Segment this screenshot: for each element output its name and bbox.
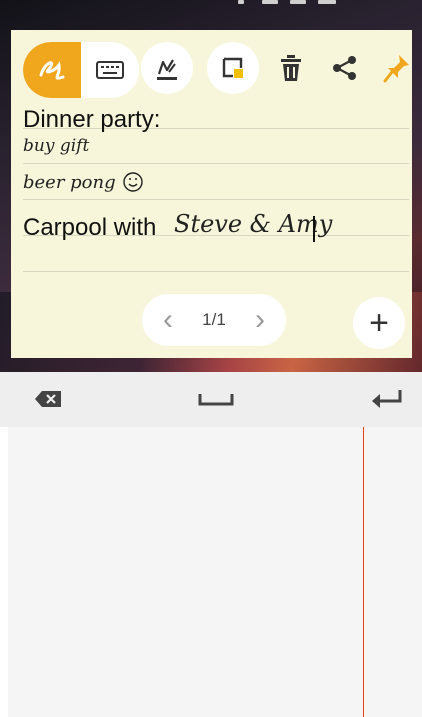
quick-memo-note: Dinner party: buy gift beer pong Carpool…	[11, 30, 412, 358]
note-background-button[interactable]	[207, 42, 259, 94]
pin-button[interactable]	[377, 46, 417, 90]
note-line-3-handwriting: beer pong	[23, 171, 144, 193]
space-icon	[198, 394, 234, 406]
ruled-line	[23, 163, 409, 164]
previous-page-button[interactable]: ‹	[156, 305, 180, 335]
note-line-3-text: beer pong	[23, 171, 116, 193]
space-key[interactable]	[190, 382, 242, 416]
handwriting-mode-icon	[39, 61, 65, 80]
share-icon	[333, 56, 356, 80]
page-count: 1/1	[202, 310, 226, 329]
keyboard-edge	[0, 427, 8, 717]
note-line-1: Dinner party:	[23, 106, 161, 133]
pen-color-button[interactable]	[141, 42, 193, 94]
ruled-line	[23, 199, 409, 200]
status-icon	[290, 0, 306, 4]
status-icon	[262, 0, 278, 4]
handwriting-mode-button[interactable]	[23, 42, 81, 98]
keyboard-mode-button[interactable]	[81, 42, 139, 98]
note-line-2-handwriting: buy gift	[23, 136, 90, 156]
pen-color-icon	[157, 59, 177, 80]
handwriting-input-area[interactable]	[8, 427, 422, 717]
backspace-key[interactable]	[28, 382, 68, 416]
enter-icon	[372, 390, 402, 408]
enter-key[interactable]	[362, 382, 412, 416]
smiley-icon	[122, 172, 143, 192]
trash-icon	[281, 55, 301, 81]
text-cursor	[313, 216, 315, 242]
note-toolbar	[11, 42, 412, 98]
writing-area-margin-line	[363, 427, 364, 717]
backspace-icon	[35, 391, 61, 407]
input-mode-toggle	[23, 42, 139, 98]
status-icon	[238, 0, 244, 4]
note-background-icon	[222, 57, 243, 78]
keyboard-icon	[96, 61, 124, 79]
next-page-button[interactable]: ›	[248, 305, 272, 335]
delete-button[interactable]	[271, 46, 311, 90]
pin-icon	[383, 55, 409, 83]
share-button[interactable]	[325, 46, 365, 90]
note-line-4-typed: Carpool with	[23, 214, 157, 241]
page-navigator: ‹ 1/1 ›	[142, 294, 286, 346]
note-line-4-handwriting: Steve & Amy	[174, 210, 333, 238]
ruled-line	[23, 271, 409, 272]
status-bar	[0, 0, 422, 10]
add-page-button[interactable]: +	[353, 297, 405, 349]
handwriting-keyboard-toolbar	[0, 372, 422, 427]
status-icon	[318, 0, 336, 4]
